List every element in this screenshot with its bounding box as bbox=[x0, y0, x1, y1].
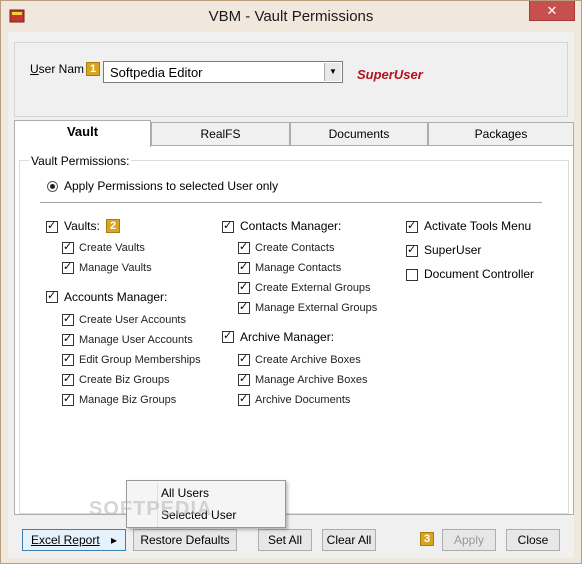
create-external-groups-checkbox[interactable] bbox=[238, 280, 250, 294]
archive-documents-label: Archive Documents bbox=[255, 394, 351, 406]
manage-user-accounts-label: Manage User Accounts bbox=[79, 334, 193, 346]
chevron-down-icon[interactable]: ▼ bbox=[324, 63, 341, 81]
excel-report-menu: All Users Selected User bbox=[126, 480, 286, 528]
tab-packages[interactable]: Packages bbox=[428, 122, 574, 146]
create-vaults-checkbox[interactable] bbox=[62, 240, 74, 254]
group-title: Vault Permissions: bbox=[29, 154, 132, 168]
step-badge-2: 2 bbox=[106, 219, 120, 233]
user-panel: User Nam 1 Softpedia Editor ▼ SuperUser bbox=[14, 42, 568, 117]
contacts-manager-label: Contacts Manager: bbox=[240, 219, 342, 233]
create-biz-groups-checkbox[interactable] bbox=[62, 372, 74, 386]
apply-selected-user-label: Apply Permissions to selected User only bbox=[64, 179, 279, 193]
tab-documents[interactable]: Documents bbox=[290, 122, 428, 146]
tab-realfs[interactable]: RealFS bbox=[151, 122, 290, 146]
manage-archive-boxes-label: Manage Archive Boxes bbox=[255, 374, 368, 386]
manage-contacts-label: Manage Contacts bbox=[255, 262, 342, 274]
create-contacts-label: Create Contacts bbox=[255, 242, 335, 254]
separator bbox=[40, 202, 542, 203]
user-role-label: SuperUser bbox=[357, 67, 423, 82]
excel-report-button[interactable]: Excel Report ▸ bbox=[22, 529, 126, 551]
window-title: VBM - Vault Permissions bbox=[208, 8, 374, 25]
manage-external-groups-checkbox[interactable] bbox=[238, 300, 250, 314]
superuser-label: SuperUser bbox=[424, 243, 482, 257]
excel-report-label: Excel Report bbox=[30, 533, 100, 547]
document-controller-checkbox[interactable] bbox=[406, 269, 418, 281]
submenu-arrow-icon: ▸ bbox=[111, 533, 118, 547]
tab-strip: Vault RealFS Documents Packages bbox=[14, 120, 574, 147]
superuser-checkbox[interactable] bbox=[406, 243, 418, 257]
close-icon[interactable]: ✕ bbox=[529, 1, 575, 21]
create-user-accounts-checkbox[interactable] bbox=[62, 312, 74, 326]
menu-item-selected-user[interactable]: Selected User bbox=[127, 504, 285, 526]
create-vaults-label: Create Vaults bbox=[79, 242, 145, 254]
step-badge-1: 1 bbox=[86, 62, 100, 76]
step-badge-3: 3 bbox=[420, 532, 434, 546]
vaults-checkbox[interactable] bbox=[46, 219, 58, 233]
accounts-manager-checkbox[interactable] bbox=[46, 289, 58, 303]
document-controller-label: Document Controller bbox=[424, 267, 535, 281]
tab-vault[interactable]: Vault bbox=[14, 120, 151, 147]
create-external-groups-label: Create External Groups bbox=[255, 282, 371, 294]
user-name-value: Softpedia Editor bbox=[110, 65, 203, 80]
edit-group-memberships-checkbox[interactable] bbox=[62, 352, 74, 366]
vault-permissions-window: VBM - Vault Permissions ✕ User Nam 1 Sof… bbox=[0, 0, 582, 564]
archive-manager-label: Archive Manager: bbox=[240, 330, 335, 344]
clear-all-button[interactable]: Clear All bbox=[322, 529, 376, 551]
create-contacts-checkbox[interactable] bbox=[238, 240, 250, 254]
user-name-label: User Nam bbox=[30, 62, 85, 76]
close-button[interactable]: Close bbox=[506, 529, 560, 551]
client-area: User Nam 1 Softpedia Editor ▼ SuperUser … bbox=[8, 32, 574, 558]
menu-item-all-users[interactable]: All Users bbox=[127, 482, 285, 504]
archive-manager-checkbox[interactable] bbox=[222, 329, 234, 343]
activate-tools-menu-checkbox[interactable] bbox=[406, 219, 418, 233]
restore-defaults-button[interactable]: Restore Defaults bbox=[133, 529, 237, 551]
user-name-dropdown[interactable]: Softpedia Editor ▼ bbox=[103, 61, 343, 83]
vaults-label: Vaults: bbox=[64, 219, 100, 233]
manage-biz-groups-checkbox[interactable] bbox=[62, 392, 74, 406]
manage-contacts-checkbox[interactable] bbox=[238, 260, 250, 274]
manage-vaults-label: Manage Vaults bbox=[79, 262, 152, 274]
manage-biz-groups-label: Manage Biz Groups bbox=[79, 394, 177, 406]
manage-archive-boxes-checkbox[interactable] bbox=[238, 372, 250, 386]
title-bar[interactable]: VBM - Vault Permissions ✕ bbox=[1, 1, 581, 32]
edit-group-memberships-label: Edit Group Memberships bbox=[79, 354, 201, 366]
apply-selected-user-radio[interactable] bbox=[47, 181, 58, 192]
set-all-button[interactable]: Set All bbox=[258, 529, 312, 551]
create-archive-boxes-checkbox[interactable] bbox=[238, 352, 250, 366]
manage-external-groups-label: Manage External Groups bbox=[255, 302, 378, 314]
manage-vaults-checkbox[interactable] bbox=[62, 260, 74, 274]
create-archive-boxes-label: Create Archive Boxes bbox=[255, 354, 361, 366]
create-user-accounts-label: Create User Accounts bbox=[79, 314, 186, 326]
create-biz-groups-label: Create Biz Groups bbox=[79, 374, 170, 386]
activate-tools-menu-label: Activate Tools Menu bbox=[424, 219, 532, 233]
contacts-manager-checkbox[interactable] bbox=[222, 219, 234, 233]
apply-button[interactable]: Apply bbox=[442, 529, 496, 551]
vault-tab-panel: Vault Permissions: Apply Permissions to … bbox=[14, 145, 574, 515]
manage-user-accounts-checkbox[interactable] bbox=[62, 332, 74, 346]
archive-documents-checkbox[interactable] bbox=[238, 392, 250, 406]
accounts-manager-label: Accounts Manager: bbox=[64, 290, 168, 304]
